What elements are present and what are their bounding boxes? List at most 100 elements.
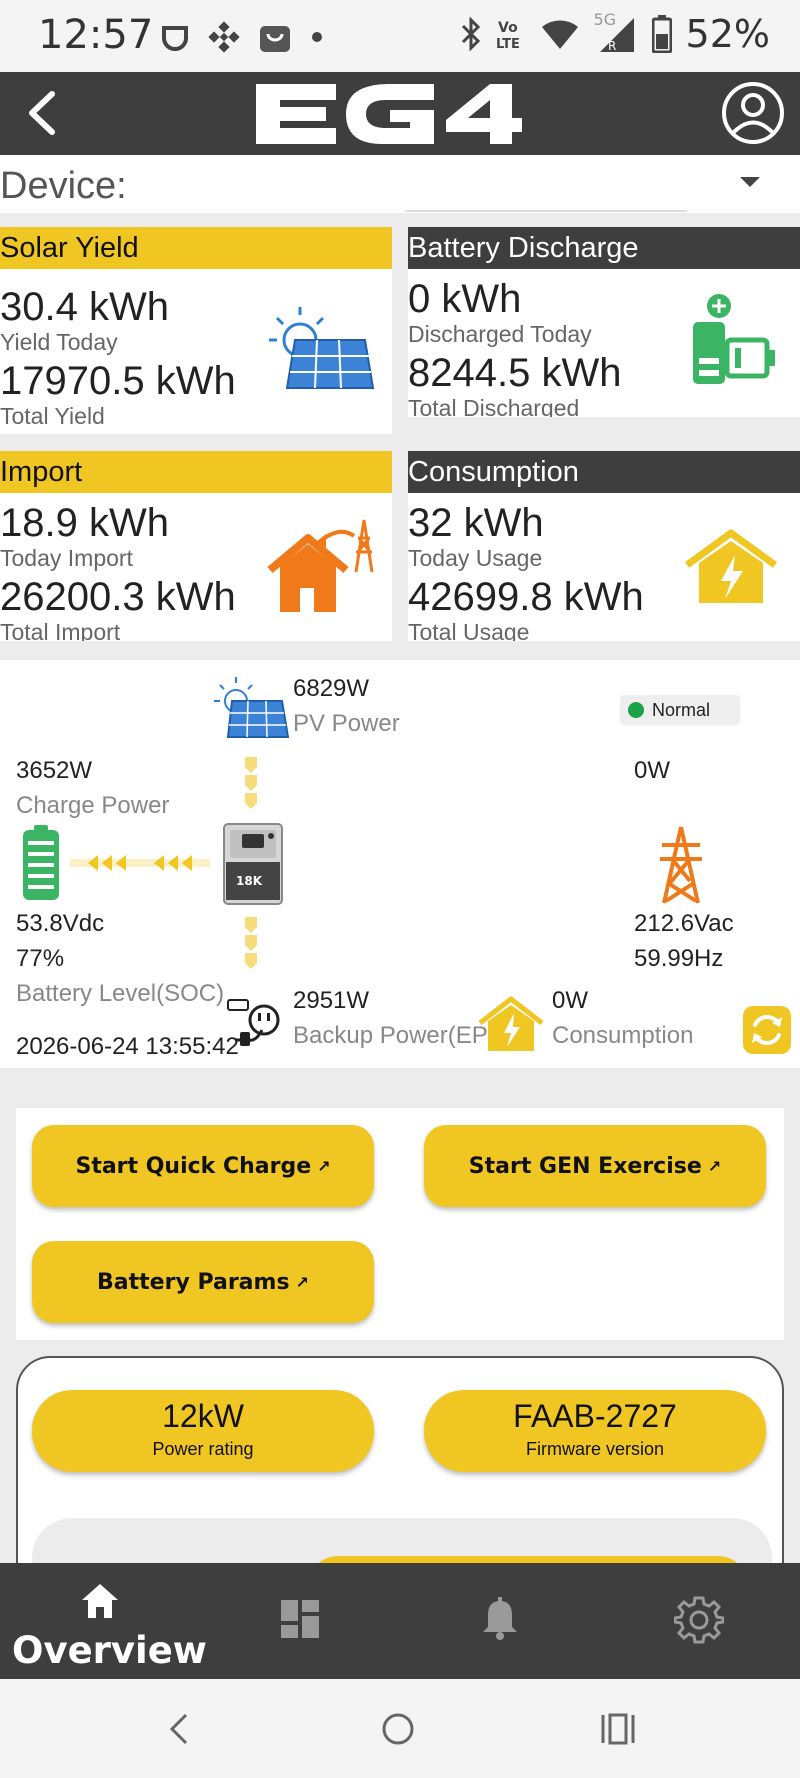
- notification-icons: [160, 20, 324, 54]
- system-home-icon[interactable]: [380, 1711, 416, 1747]
- battery-params-button[interactable]: Battery Params ↗: [32, 1241, 374, 1323]
- account-icon[interactable]: [720, 80, 786, 146]
- consumption-label: Consumption: [552, 1022, 694, 1049]
- start-gen-exercise-button[interactable]: Start GEN Exercise ↗: [424, 1125, 766, 1207]
- card-title: Solar Yield: [0, 227, 392, 269]
- last-update-timestamp: 2026-06-24 13:55:42: [16, 1033, 239, 1060]
- solar-yield-card: Solar Yield 30.4 kWh Yield Today 17970.5…: [0, 227, 392, 434]
- today-import-label: Today Import: [0, 545, 133, 571]
- system-recents-icon[interactable]: [600, 1711, 636, 1747]
- today-usage-value: 32 kWh: [408, 501, 544, 545]
- button-label: Battery Params: [97, 1269, 290, 1295]
- device-info-panel: 12kW Power rating FAAB-2727 Firmware ver…: [16, 1356, 784, 1596]
- binance-icon: [208, 21, 240, 53]
- svg-text:LTE: LTE: [496, 37, 520, 51]
- total-discharged-value: 8244.5 kWh: [408, 351, 622, 395]
- total-discharged-label: Total Discharged: [408, 395, 580, 417]
- dot-icon: [312, 32, 322, 42]
- nav-dashboard[interactable]: [200, 1563, 400, 1679]
- inverter-icon: 18K: [222, 822, 284, 906]
- consumption-value: 0W: [552, 987, 588, 1014]
- chevron-down-icon[interactable]: [740, 177, 760, 187]
- system-back-icon[interactable]: [166, 1711, 192, 1747]
- refresh-button[interactable]: [742, 1005, 792, 1055]
- button-label: Start Quick Charge: [75, 1153, 312, 1179]
- system-status-icons: Vo LTE 5G R 52%: [460, 10, 770, 56]
- firmware-version-pill: FAAB-2727 Firmware version: [424, 1390, 766, 1472]
- total-import-value: 26200.3 kWh: [0, 575, 236, 619]
- volte-icon: VoLTE: [496, 20, 520, 51]
- battery-voltage: 53.8Vdc: [16, 910, 105, 937]
- signal-icon: 5G R: [594, 10, 638, 54]
- solar-panel-icon: [214, 677, 290, 738]
- home-lightning-icon: [478, 996, 544, 1051]
- card-title: Import: [0, 451, 392, 493]
- backup-power-value: 2951W: [293, 987, 370, 1014]
- home-lightning-icon: [684, 529, 778, 603]
- status-dot: [628, 702, 644, 718]
- consumption-card: Consumption 32 kWh Today Usage 42699.8 k…: [408, 451, 800, 641]
- grid-voltage: 212.6Vac: [634, 910, 734, 937]
- status-bar: 12:57 Vo LTE 5G R 52%: [0, 0, 800, 72]
- battery-icon: [23, 825, 59, 900]
- inverter-model-label: 18K: [236, 874, 262, 888]
- external-link-icon: ↗: [317, 1156, 331, 1176]
- shopping-bag-icon: [260, 26, 290, 52]
- home-grid-icon: [267, 519, 374, 612]
- pv-power-label: PV Power: [293, 710, 400, 737]
- flow-arrows-down-icon: [245, 917, 257, 969]
- power-rating-value: 12kW: [162, 1398, 244, 1434]
- battery-soc-label: Battery Level(SOC): [16, 980, 225, 1007]
- gear-icon: [674, 1596, 724, 1644]
- start-quick-charge-button[interactable]: Start Quick Charge ↗: [32, 1125, 374, 1207]
- yield-today-label: Yield Today: [0, 329, 118, 355]
- dashboard-icon: [281, 1600, 319, 1638]
- device-underline: [405, 210, 687, 212]
- firmware-version-value: FAAB-2727: [513, 1398, 677, 1434]
- nav-overview[interactable]: Overview: [0, 1563, 207, 1679]
- today-import-value: 18.9 kWh: [0, 501, 169, 545]
- energy-flow-panel: 6829W PV Power Normal 3652W Charge Power…: [0, 660, 800, 1068]
- charge-power-value: 3652W: [16, 757, 93, 784]
- today-usage-label: Today Usage: [408, 545, 543, 571]
- battery-discharge-card: Battery Discharge 0 kWh Discharged Today…: [408, 227, 800, 417]
- grid-tower-icon: [660, 826, 702, 904]
- svg-text:Vo: Vo: [498, 20, 518, 36]
- status-time: 12:57: [38, 12, 154, 58]
- bell-icon: [483, 1597, 517, 1640]
- grid-frequency: 59.99Hz: [634, 945, 724, 972]
- pv-power-value: 6829W: [293, 675, 370, 702]
- total-yield-value: 17970.5 kWh: [0, 359, 236, 403]
- home-icon: [82, 1584, 118, 1618]
- external-link-icon: ↗: [295, 1272, 309, 1292]
- device-selector[interactable]: Device:: [0, 155, 800, 213]
- battery-icon: [651, 15, 672, 53]
- nav-notifications[interactable]: [400, 1563, 600, 1679]
- bottom-navigation: Overview: [0, 1563, 800, 1679]
- flow-arrows-down-icon: [245, 757, 257, 809]
- discharged-today-label: Discharged Today: [408, 321, 592, 347]
- grid-power-value: 0W: [634, 757, 670, 784]
- flow-arrows-left-icon: [70, 855, 210, 871]
- back-arrow-icon[interactable]: [22, 88, 62, 138]
- button-label: Start GEN Exercise: [468, 1153, 702, 1179]
- yield-today-value: 30.4 kWh: [0, 285, 169, 329]
- firmware-version-label: Firmware version: [525, 1439, 665, 1459]
- total-import-label: Total Import: [0, 619, 121, 641]
- charge-power-label: Charge Power: [16, 792, 170, 819]
- device-label: Device:: [0, 165, 127, 207]
- wifi-icon: [541, 20, 578, 49]
- power-rating-label: Power rating: [152, 1439, 254, 1459]
- battery-charge-icon: [693, 294, 775, 384]
- total-yield-label: Total Yield: [0, 403, 105, 429]
- system-navigation-bar: [0, 1679, 800, 1778]
- battery-percent: 52%: [685, 12, 770, 56]
- nav-settings[interactable]: [600, 1563, 800, 1679]
- power-rating-pill: 12kW Power rating: [32, 1390, 374, 1472]
- hotspot-icon: [162, 26, 188, 51]
- card-title: Battery Discharge: [408, 227, 800, 269]
- import-card: Import 18.9 kWh Today Import 26200.3 kWh…: [0, 451, 392, 641]
- status-badge: Normal: [620, 695, 740, 725]
- solar-panel-icon: [269, 307, 375, 389]
- total-usage-value: 42699.8 kWh: [408, 575, 644, 619]
